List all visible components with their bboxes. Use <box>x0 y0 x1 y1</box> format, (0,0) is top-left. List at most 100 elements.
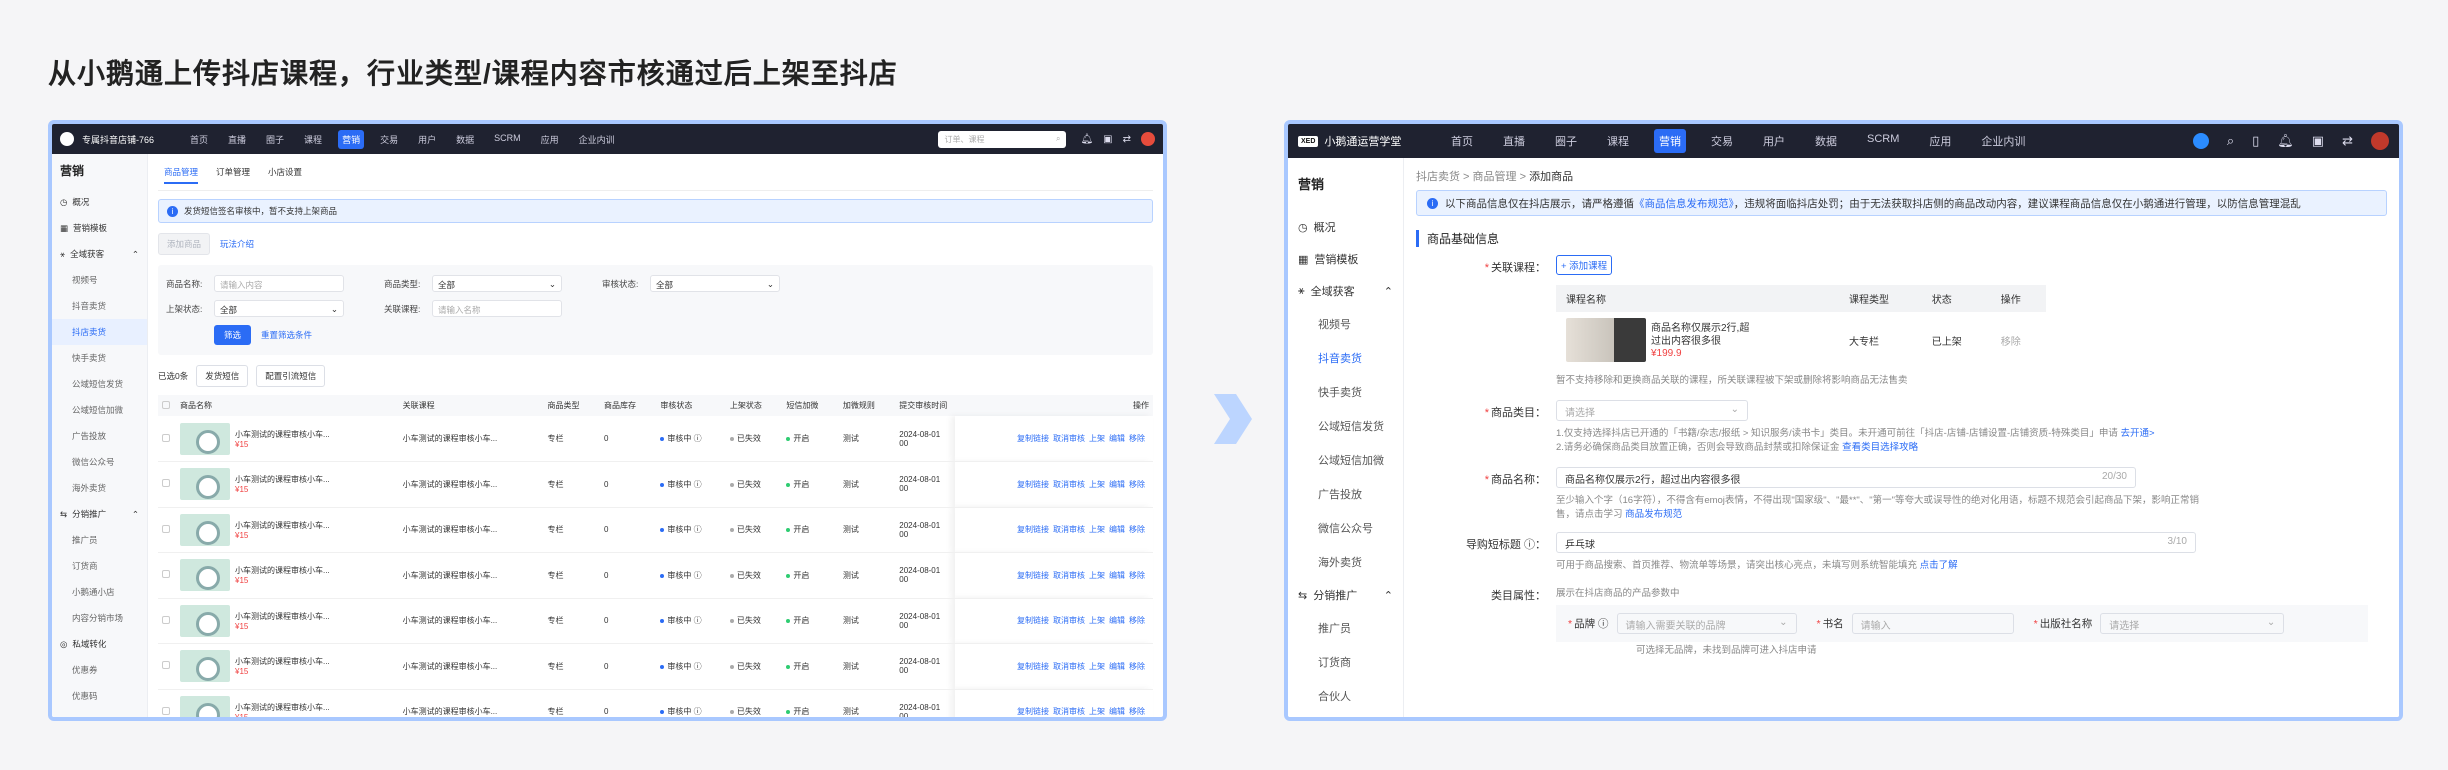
sidebar-group[interactable]: ⇆ 分销推广 ⌃ <box>1288 579 1403 611</box>
sidebar-item[interactable]: 抖音卖货 <box>52 293 147 319</box>
publisher-select[interactable]: 请选择 ⌄ <box>2100 613 2285 634</box>
nav-item[interactable]: 营销 <box>338 129 365 149</box>
course-link[interactable]: 小车测试的课程审核小车... <box>398 416 544 462</box>
calendar-icon[interactable]: ▣ <box>1103 134 1112 145</box>
nav-item[interactable]: 直播 <box>224 130 250 149</box>
action-link[interactable]: 复制链接 <box>1017 434 1049 443</box>
action-link[interactable]: 取消审核 <box>1053 707 1085 716</box>
tab[interactable]: 小店设置 <box>268 166 302 184</box>
sidebar-item[interactable]: 公域短信加微 <box>52 397 147 423</box>
breadcrumb-item[interactable]: 抖店卖货 <box>1416 171 1460 183</box>
sidebar-item[interactable]: 海外卖货 <box>52 475 147 501</box>
bell-icon[interactable]: 🔔︎ <box>1080 134 1093 145</box>
action-link[interactable]: 上架 <box>1089 571 1105 580</box>
reset-filter-link[interactable]: 重置筛选条件 <box>261 329 312 341</box>
row-checkbox[interactable] <box>158 416 176 462</box>
action-link[interactable]: 上架 <box>1089 480 1105 489</box>
course-link[interactable]: 小车测试的课程审核小车... <box>398 461 544 508</box>
nav-item[interactable]: 应用 <box>537 130 563 149</box>
nav-item[interactable]: 数据 <box>1810 129 1842 153</box>
nav-item[interactable]: 首页 <box>186 130 212 149</box>
nav-item[interactable]: 企业内训 <box>1976 129 2030 153</box>
sidebar-group[interactable]: ◷ 概况 <box>52 189 147 215</box>
category-guide-link[interactable]: 查看类目选择攻略 <box>1842 442 1918 453</box>
row-checkbox[interactable] <box>158 643 176 690</box>
action-link[interactable]: 上架 <box>1089 707 1105 716</box>
filter-name-input[interactable]: 请输入内容 <box>214 275 344 292</box>
avatar[interactable] <box>1141 132 1155 146</box>
course-link[interactable]: 小车测试的课程审核小车... <box>398 552 544 599</box>
action-link[interactable]: 移除 <box>1129 434 1145 443</box>
brand-select[interactable]: 请输入需要关联的品牌 ⌄ <box>1616 613 1797 634</box>
sidebar-group[interactable]: ◎ 私域转化 <box>52 631 147 657</box>
publish-rules-link[interactable]: 商品发布规范 <box>1625 509 1682 520</box>
row-checkbox[interactable] <box>158 552 176 599</box>
action-link[interactable]: 上架 <box>1089 662 1105 671</box>
course-link[interactable]: 小车测试的课程审核小车... <box>398 507 544 553</box>
action-link[interactable]: 取消审核 <box>1053 571 1085 580</box>
nav-item[interactable]: 企业内训 <box>575 130 619 149</box>
filter-button[interactable]: 筛选 <box>214 325 252 345</box>
nav-item[interactable]: 直播 <box>1498 129 1530 153</box>
action-link[interactable]: 复制链接 <box>1017 571 1049 580</box>
row-checkbox[interactable] <box>158 598 176 644</box>
sidebar-item[interactable]: 内容分销市场 <box>52 605 147 631</box>
tutorial-link[interactable]: 玩法介绍 <box>220 238 254 250</box>
sidebar-item[interactable]: 订货商 <box>52 553 147 579</box>
filter-shelf-select[interactable]: 全部 ⌄ <box>214 300 344 317</box>
nav-item[interactable]: 课程 <box>1602 129 1634 153</box>
sidebar-group[interactable]: ⚹ 全域获客 ⌃ <box>52 241 147 267</box>
action-link[interactable]: 取消审核 <box>1053 434 1085 443</box>
switch-icon[interactable]: ⇄ <box>1123 134 1131 145</box>
sidebar-item[interactable]: 优惠券 <box>52 657 147 683</box>
action-link[interactable]: 取消审核 <box>1053 616 1085 625</box>
calendar-icon[interactable]: ▣ <box>2312 133 2324 149</box>
add-course-button[interactable]: + 添加课程 <box>1556 255 1613 275</box>
nav-item[interactable]: 交易 <box>1706 129 1738 153</box>
action-link[interactable]: 移除 <box>1129 662 1145 671</box>
open-category-link[interactable]: 去开通> <box>2120 428 2154 439</box>
action-link[interactable]: 移除 <box>1129 525 1145 534</box>
sidebar-item[interactable]: 广告投放 <box>1288 477 1403 511</box>
sidebar-item[interactable]: 推广员 <box>1288 611 1403 645</box>
sidebar-group[interactable]: ⇆ 分销推广 ⌃ <box>52 501 147 527</box>
row-checkbox[interactable] <box>158 461 176 508</box>
nav-item[interactable]: 用户 <box>414 130 440 149</box>
sidebar-item[interactable]: 小鹅通小店 <box>52 579 147 605</box>
action-link[interactable]: 上架 <box>1089 434 1105 443</box>
select-all-checkbox[interactable] <box>158 395 176 416</box>
sidebar-item[interactable]: 微信公众号 <box>1288 511 1403 545</box>
search-icon[interactable]: ⌕ <box>2227 133 2234 149</box>
bell-icon[interactable]: 🔔︎ <box>2277 133 2294 149</box>
sidebar-group[interactable]: ¥ 变现功能 <box>52 709 147 717</box>
nav-item[interactable]: 交易 <box>376 130 402 149</box>
filter-type-select[interactable]: 全部 ⌄ <box>432 275 562 292</box>
learn-more-link[interactable]: 点击了解 <box>1920 560 1958 571</box>
action-link[interactable]: 取消审核 <box>1053 525 1085 534</box>
remove-button[interactable]: 移除 <box>1991 312 2046 368</box>
breadcrumb-item[interactable]: 商品管理 <box>1473 171 1517 183</box>
avatar[interactable] <box>2371 132 2389 150</box>
nav-item[interactable]: SCRM <box>1862 129 1904 153</box>
action-link[interactable]: 上架 <box>1089 525 1105 534</box>
course-link[interactable]: 小车测试的课程审核小车... <box>398 598 544 644</box>
nav-item[interactable]: SCRM <box>490 130 525 149</box>
action-link[interactable]: 上架 <box>1089 616 1105 625</box>
action-link[interactable]: 复制链接 <box>1017 480 1049 489</box>
action-link[interactable]: 移除 <box>1129 707 1145 716</box>
action-link[interactable]: 移除 <box>1129 616 1145 625</box>
sidebar-item[interactable]: 合伙人 <box>1288 679 1403 713</box>
row-checkbox[interactable] <box>158 689 176 717</box>
add-product-button[interactable]: 添加商品 <box>158 233 211 255</box>
course-link[interactable]: 小车测试的课程审核小车... <box>398 643 544 690</box>
sidebar-group[interactable]: ▦ 营销模板 <box>1288 243 1403 275</box>
sidebar-item[interactable]: 微信公众号 <box>52 449 147 475</box>
book-icon[interactable]: ▯ <box>2252 133 2259 149</box>
sidebar-group[interactable]: ◷ 概况 <box>1288 211 1403 243</box>
action-link[interactable]: 复制链接 <box>1017 662 1049 671</box>
filter-audit-select[interactable]: 全部 ⌄ <box>650 275 780 292</box>
action-link[interactable]: 编辑 <box>1109 480 1125 489</box>
sidebar-item[interactable]: 公域短信加微 <box>1288 443 1403 477</box>
nav-item[interactable]: 应用 <box>1924 129 1956 153</box>
nav-item[interactable]: 圈子 <box>1550 129 1582 153</box>
